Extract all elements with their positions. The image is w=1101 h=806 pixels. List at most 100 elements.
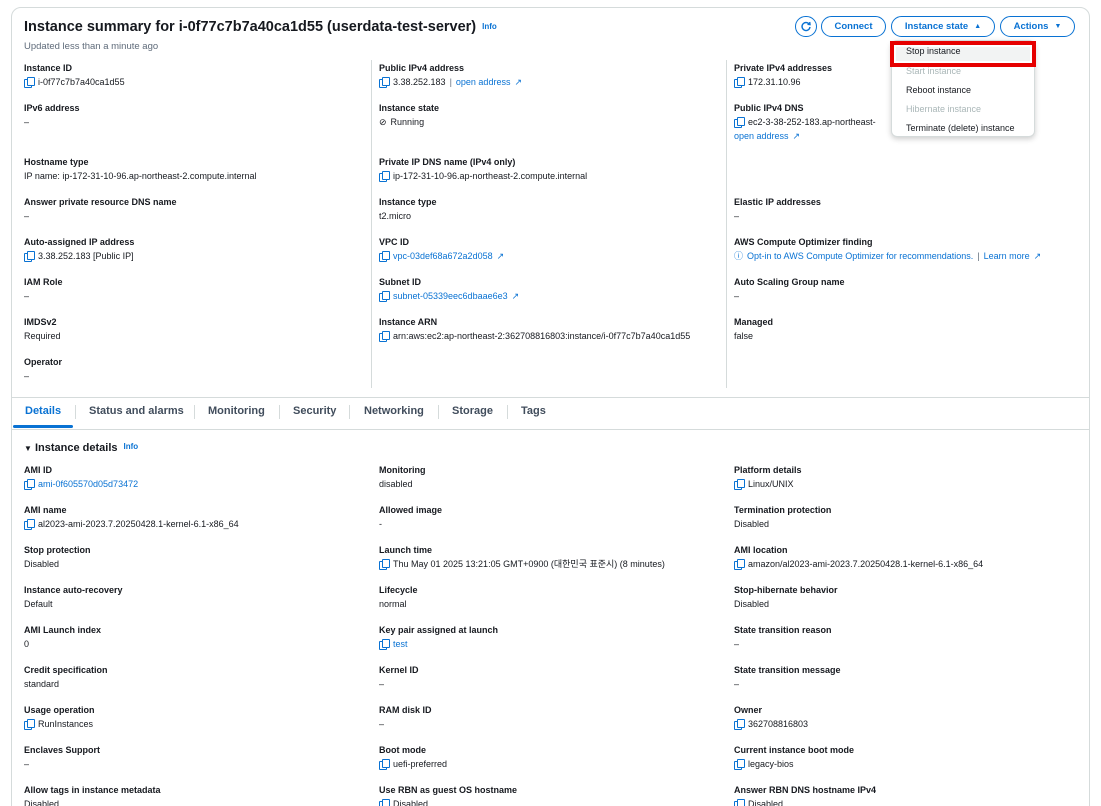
field-rbn-guest: Use RBN as guest OS hostname Disabled (379, 784, 517, 806)
copy-icon[interactable] (734, 117, 745, 128)
tab-storage[interactable]: Storage (452, 405, 493, 417)
menu-item-terminate[interactable]: Terminate (delete) instance (906, 123, 1015, 133)
field-label: Public IPv4 DNS (734, 103, 804, 113)
field-value: i-0f77c7b7a40ca1d55 (38, 77, 125, 87)
field-ami-id: AMI ID ami-0f605570d05d73472 (24, 464, 138, 490)
subnet-link[interactable]: subnet-05339eec6dbaae6e3 (393, 290, 508, 302)
tab-separator (507, 405, 508, 419)
refresh-icon (801, 21, 811, 31)
copy-icon[interactable] (379, 251, 390, 262)
field-managed: Managed false (734, 316, 773, 342)
field-label: Allowed image (379, 505, 443, 515)
key-pair-link[interactable]: test (393, 638, 408, 650)
copy-icon[interactable] (24, 251, 35, 262)
copy-icon[interactable] (379, 559, 390, 570)
actions-button[interactable]: Actions ▼ (1000, 16, 1075, 37)
tabs-divider (12, 429, 1089, 430)
field-label: Auto Scaling Group name (734, 277, 845, 287)
field-label: Subnet ID (379, 277, 421, 287)
learn-more-link[interactable]: Learn more (984, 250, 1030, 262)
field-label: Answer RBN DNS hostname IPv4 (734, 785, 877, 795)
refresh-button[interactable] (795, 16, 817, 37)
field-value: – (379, 679, 385, 689)
copy-icon[interactable] (734, 77, 745, 88)
field-owner: Owner 362708816803 (734, 704, 808, 730)
section-title: Instance details (34, 442, 118, 454)
tab-monitoring[interactable]: Monitoring (208, 405, 265, 417)
copy-icon[interactable] (379, 291, 390, 302)
instance-state-button[interactable]: Instance state ▲ (891, 16, 995, 37)
field-ipv6: IPv6 address – (24, 102, 80, 128)
info-link[interactable]: Info (482, 22, 497, 31)
field-label: AWS Compute Optimizer finding (734, 237, 873, 247)
field-public-ipv4: Public IPv4 address 3.38.252.183 | open ad… (379, 62, 522, 88)
copy-icon[interactable] (24, 479, 35, 490)
external-link-icon: ↗ (1033, 251, 1042, 261)
copy-icon[interactable] (379, 639, 390, 650)
field-label: Monitoring (379, 465, 426, 475)
copy-icon[interactable] (379, 799, 390, 806)
field-label: Current instance boot mode (734, 745, 855, 755)
menu-item-hibernate: Hibernate instance (906, 104, 982, 114)
field-label: Instance auto-recovery (24, 585, 123, 595)
field-label: Key pair assigned at launch (379, 625, 499, 635)
updated-timestamp: Updated less than a minute ago (24, 41, 159, 52)
tab-status-alarms[interactable]: Status and alarms (89, 405, 184, 417)
copy-icon[interactable] (379, 77, 390, 88)
open-address-link[interactable]: open address (734, 130, 789, 142)
field-value: t2.micro (379, 211, 412, 221)
field-label: Private IPv4 addresses (734, 63, 833, 73)
field-credit-spec: Credit specification standard (24, 664, 108, 690)
field-value: – (24, 759, 30, 769)
field-label: Enclaves Support (24, 745, 101, 755)
vpc-link[interactable]: vpc-03def68a672a2d058 (393, 250, 493, 262)
field-value: Linux/UNIX (748, 479, 794, 489)
tabs-divider (12, 397, 1089, 398)
open-address-link[interactable]: open address (456, 76, 511, 88)
field-label: Termination protection (734, 505, 832, 515)
connect-button[interactable]: Connect (821, 16, 886, 37)
instance-details-toggle[interactable]: ▼ Instance details Info (24, 442, 138, 454)
menu-item-reboot[interactable]: Reboot instance (906, 85, 971, 95)
tab-security[interactable]: Security (293, 405, 336, 417)
field-monitoring: Monitoring disabled (379, 464, 426, 490)
column-divider (371, 60, 372, 388)
field-label: Auto-assigned IP address (24, 237, 135, 247)
info-link[interactable]: Info (124, 442, 139, 451)
copy-icon[interactable] (734, 559, 745, 570)
field-label: IAM Role (24, 277, 63, 287)
field-label: Instance ID (24, 63, 73, 73)
field-imdsv2: IMDSv2 Required (24, 316, 61, 342)
field-value: ec2-3-38-252-183.ap-northeast- (748, 117, 876, 127)
optimizer-link[interactable]: Opt-in to AWS Compute Optimizer for reco… (747, 250, 973, 262)
tab-details[interactable]: Details (25, 405, 61, 417)
tab-networking[interactable]: Networking (364, 405, 424, 417)
external-link-icon: ↗ (496, 251, 505, 261)
menu-item-start: Start instance (906, 66, 962, 76)
instance-state-label: Instance state (904, 21, 969, 32)
copy-icon[interactable] (379, 171, 390, 182)
external-link-icon: ↗ (514, 77, 522, 87)
copy-icon[interactable] (24, 719, 35, 730)
field-value: - (379, 519, 382, 529)
copy-icon[interactable] (734, 719, 745, 730)
field-enclaves: Enclaves Support – (24, 744, 100, 770)
field-label: IPv6 address (24, 103, 80, 113)
copy-icon[interactable] (734, 759, 745, 770)
field-instance-id: Instance ID i-0f77c7b7a40ca1d55 (24, 62, 125, 88)
copy-icon[interactable] (24, 519, 35, 530)
tab-tags[interactable]: Tags (521, 405, 546, 417)
field-value: Thu May 01 2025 13:21:05 GMT+0900 (대한민국 … (393, 559, 665, 569)
copy-icon[interactable] (24, 77, 35, 88)
ami-link[interactable]: ami-0f605570d05d73472 (38, 478, 138, 490)
copy-icon[interactable] (379, 331, 390, 342)
menu-item-stop[interactable]: Stop instance (906, 46, 961, 56)
copy-icon[interactable] (379, 759, 390, 770)
field-value: Running (390, 117, 425, 127)
copy-icon[interactable] (734, 799, 745, 806)
separator: | (449, 77, 452, 87)
field-lifecycle: Lifecycle normal (379, 584, 418, 610)
field-value: 0 (24, 639, 30, 649)
active-tab-indicator (13, 425, 73, 428)
copy-icon[interactable] (734, 479, 745, 490)
